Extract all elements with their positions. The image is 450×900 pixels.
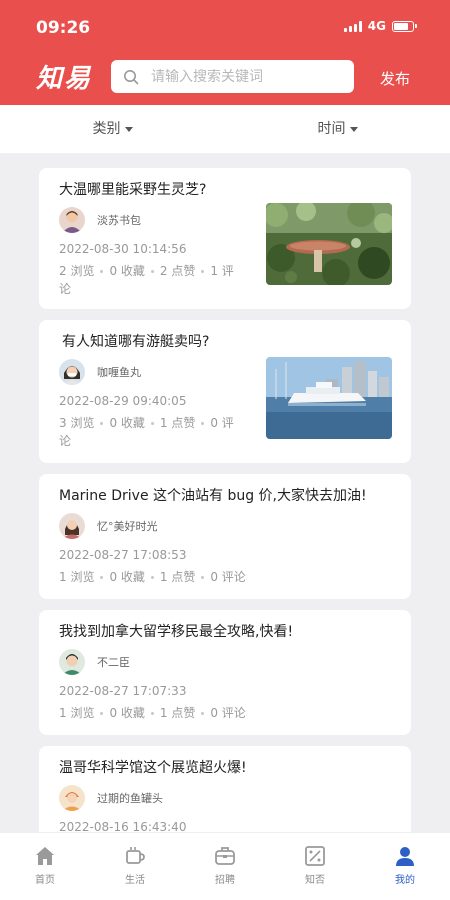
status-indicators: 4G [343,19,417,33]
app-logo: 知易 [36,64,93,94]
post-title: 我找到加拿大留学移民最全攻略,快看! [59,624,294,640]
post-card[interactable]: 大温哪里能采野生灵芝? 淡苏书包 2022-08-30 10:14:56 2 浏… [39,168,411,309]
search-box[interactable] [111,60,354,93]
author-name: 淡苏书包 [97,214,141,227]
author-name: 忆°美好时光 [97,520,158,533]
favorite-count: 0 收藏 [109,416,145,430]
post-stats: 3 浏览 0 收藏 1 点赞 0 评论 [59,414,259,450]
view-count: 1 浏览 [59,706,95,720]
comment-count: 1 评 [210,264,234,278]
cup-icon [126,847,145,864]
tab-mine[interactable]: 我的 [360,833,450,900]
view-count: 3 浏览 [59,416,95,430]
post-title: 大温哪里能采野生灵芝? [59,182,207,198]
author-name: 过期的鱼罐头 [97,792,163,805]
favorite-count: 0 收藏 [109,706,145,720]
post-title: 有人知道哪有游艇卖吗? [62,334,210,350]
category-filter-label: 类别 [92,121,121,137]
favorite-count: 0 收藏 [109,570,145,584]
post-date: 2022-08-27 17:07:33 [59,684,187,698]
user-icon [396,847,414,866]
post-stats: 1 浏览 0 收藏 1 点赞 0 评论 [59,568,391,586]
post-card[interactable]: Marine Drive 这个油站有 bug 价,大家快去加油! 忆°美好时光 … [39,474,411,599]
view-count: 2 浏览 [59,264,95,278]
comment-count: 0 评论 [210,706,246,720]
bottom-tab-bar: 首页 生活 招聘 知否 我的 [0,832,450,900]
tab-jobs[interactable]: 招聘 [180,833,270,900]
post-author: 忆°美好时光 [59,513,391,539]
yachts-at-harbor-image [266,357,392,439]
comment-count: 0 评论 [210,570,246,584]
like-count: 1 点赞 [159,706,196,720]
post-card[interactable]: 有人知道哪有游艇卖吗? 咖喱鱼丸 2022-08-29 09:40:05 3 浏… [39,320,411,463]
mushroom-in-forest-image [266,203,392,285]
post-stats: 1 浏览 0 收藏 1 点赞 0 评论 [59,704,391,722]
time-filter[interactable]: 时间 [225,105,450,153]
post-stats: 2 浏览 0 收藏 2 点赞 1 评论 [59,262,259,298]
status-time: 09:26 [36,18,91,38]
search-input[interactable] [151,68,341,85]
post-feed: 大温哪里能采野生灵芝? 淡苏书包 2022-08-30 10:14:56 2 浏… [39,168,411,877]
avatar [59,207,85,233]
post-author: 过期的鱼罐头 [59,785,391,811]
author-name: 咖喱鱼丸 [97,366,141,379]
tab-label: 我的 [395,875,415,886]
tab-life[interactable]: 生活 [90,833,180,900]
filter-bar: 类别 时间 [0,105,450,153]
view-count: 1 浏览 [59,570,95,584]
tab-home[interactable]: 首页 [0,833,90,900]
avatar [59,649,85,675]
search-icon [124,69,139,84]
publish-button[interactable]: 发布 [380,68,410,89]
tab-label: 生活 [125,875,145,886]
briefcase-icon [215,847,235,865]
post-author: 不二臣 [59,649,391,675]
chevron-down-icon [349,126,358,132]
like-count: 1 点赞 [159,416,196,430]
comment-count-wrap: 论 [59,434,72,448]
post-title: 温哥华科学馆这个展览超火爆! [59,760,247,776]
category-filter[interactable]: 类别 [0,105,225,153]
author-name: 不二臣 [97,656,130,669]
post-date: 2022-08-27 17:08:53 [59,548,187,562]
comment-count: 0 评 [210,416,234,430]
avatar [59,785,85,811]
top-header: 09:26 4G 知易 发布 [0,0,450,105]
tab-label: 知否 [305,875,325,886]
favorite-count: 0 收藏 [109,264,145,278]
chevron-down-icon [124,126,133,132]
tab-quiz[interactable]: 知否 [270,833,360,900]
avatar [59,513,85,539]
comment-count-wrap: 论 [59,282,72,296]
battery-icon [392,20,417,32]
network-type: 4G [367,19,386,33]
tab-label: 招聘 [215,875,235,886]
time-filter-label: 时间 [317,121,346,137]
home-icon [36,847,54,865]
quiz-icon [305,846,325,866]
like-count: 2 点赞 [159,264,196,278]
post-card[interactable]: 我找到加拿大留学移民最全攻略,快看! 不二臣 2022-08-27 17:07:… [39,610,411,735]
like-count: 1 点赞 [159,570,196,584]
signal-icon [343,20,362,32]
tab-label: 首页 [35,875,55,886]
post-title: Marine Drive 这个油站有 bug 价,大家快去加油! [59,488,367,504]
avatar [59,359,85,385]
